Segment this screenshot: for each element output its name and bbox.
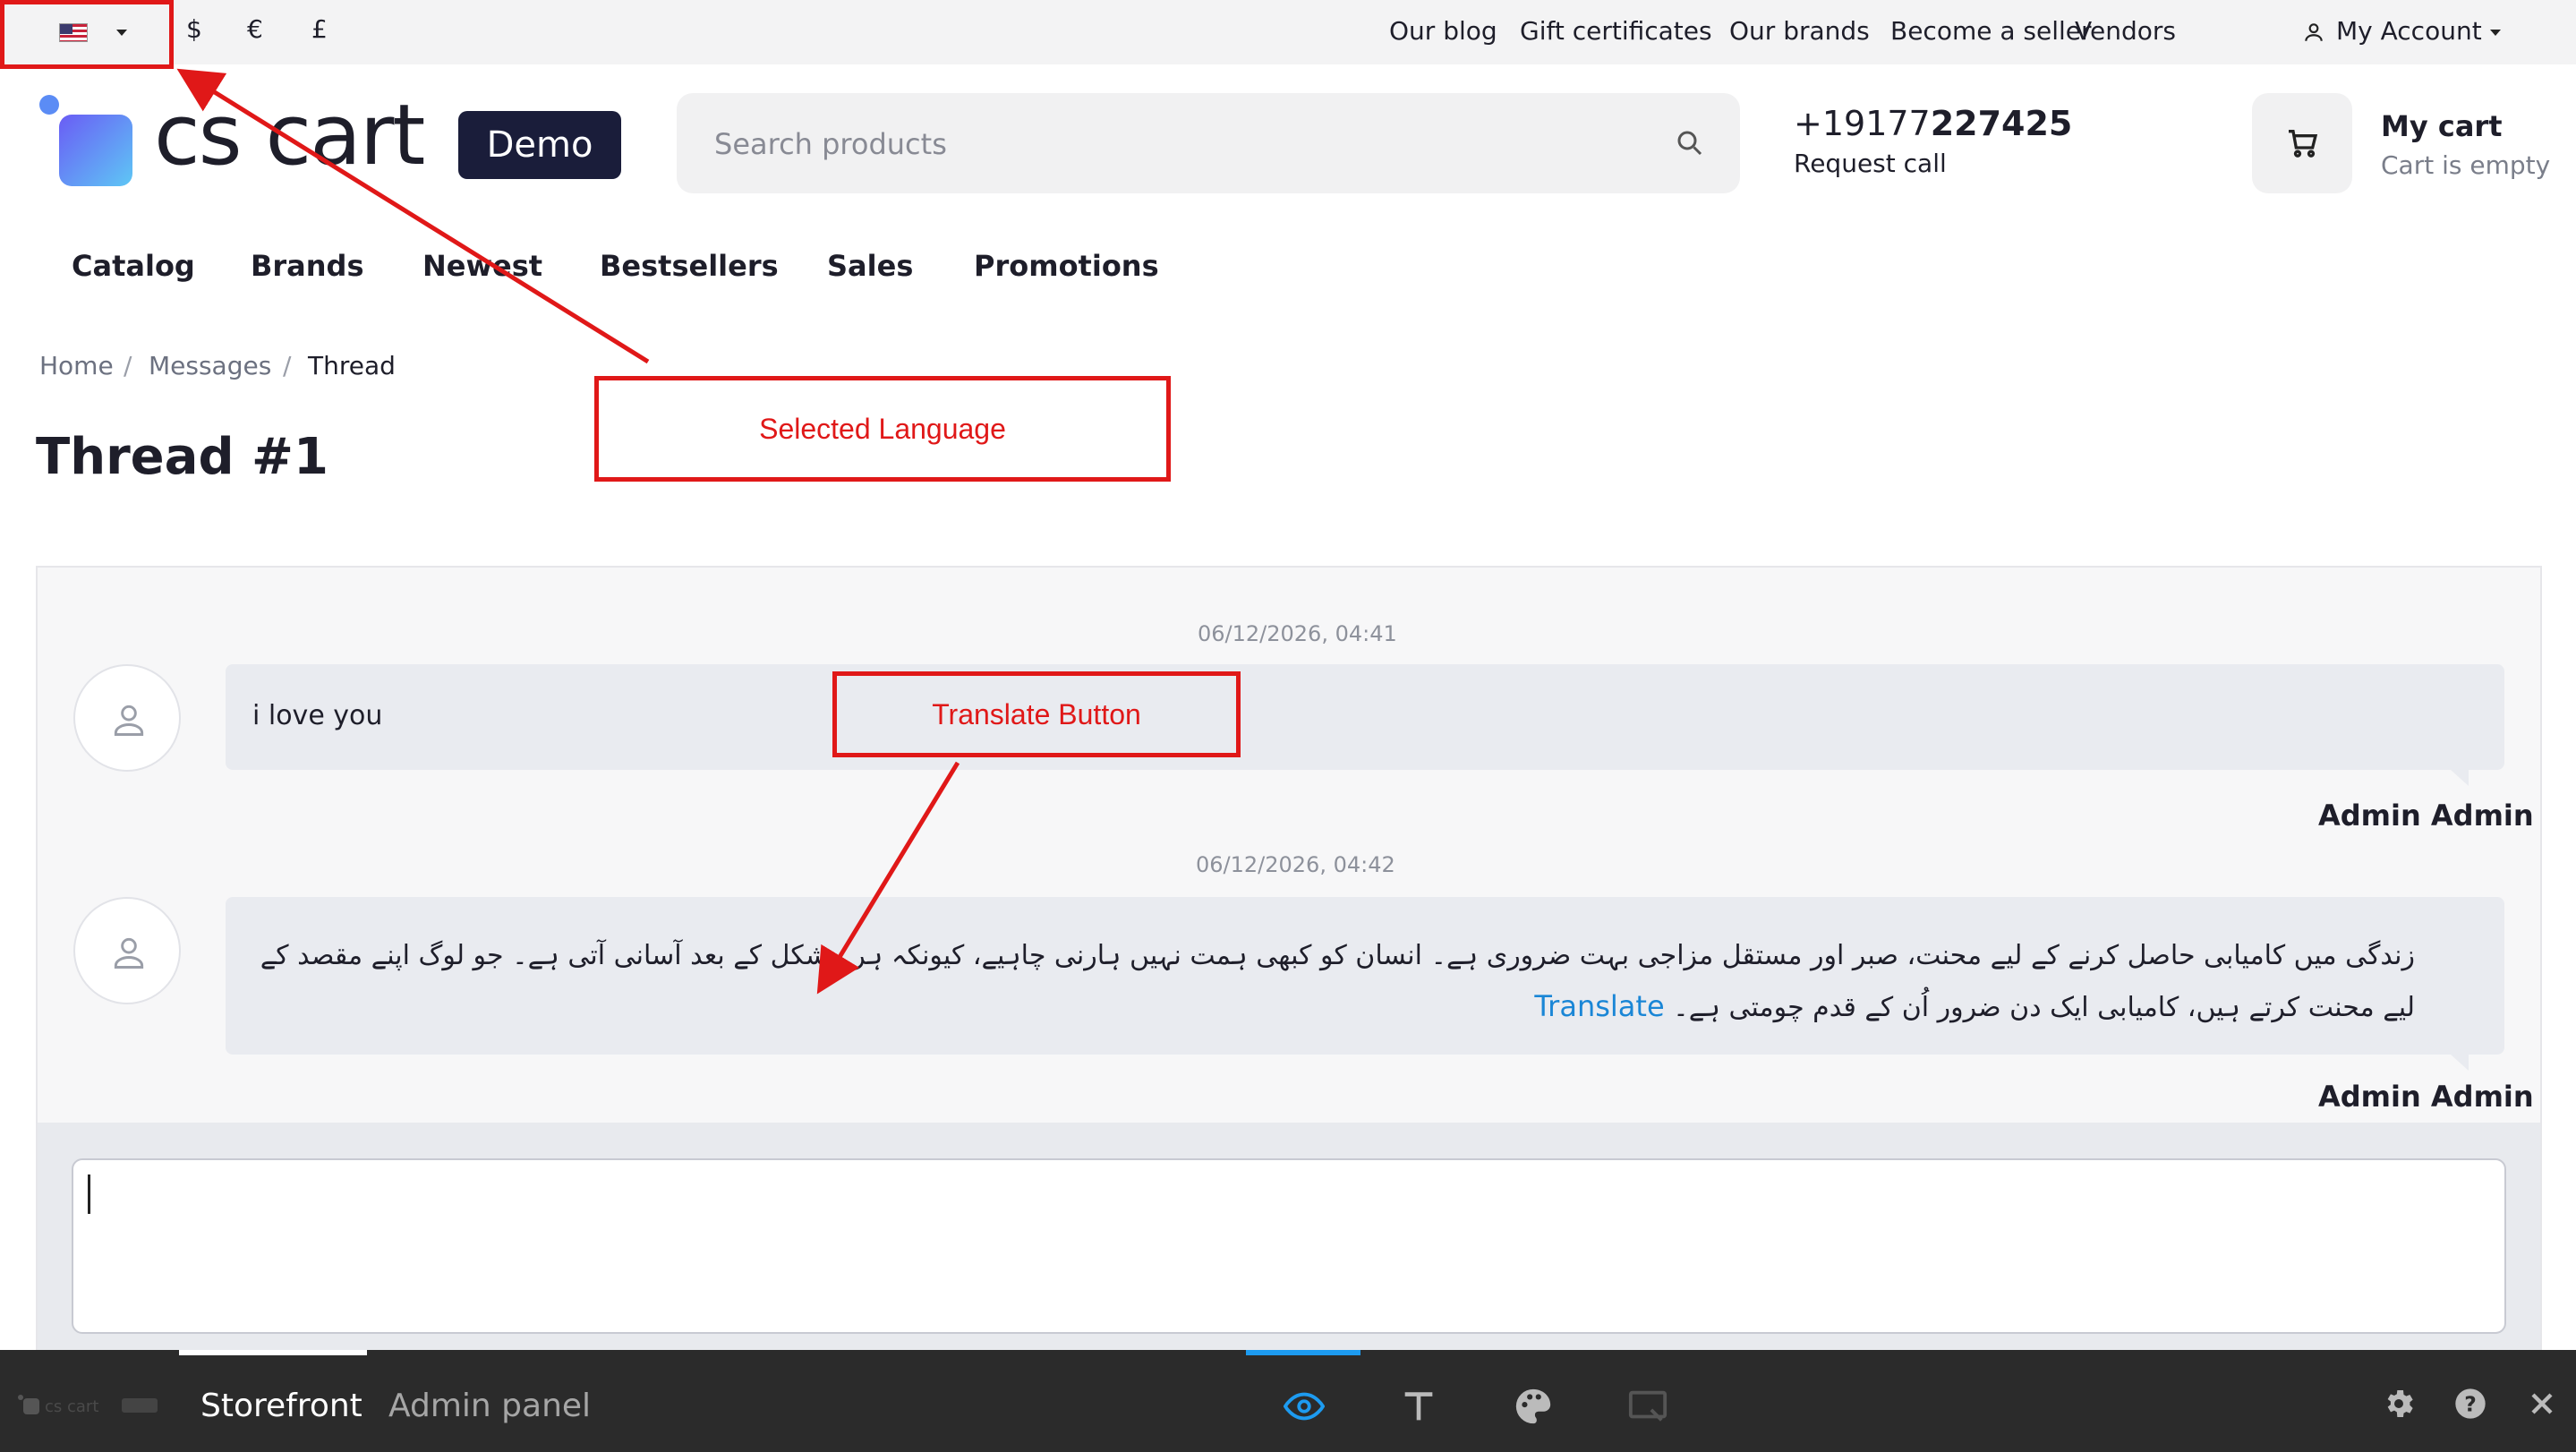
- active-tool-indicator: [1246, 1350, 1361, 1355]
- svg-text:?: ?: [2464, 1391, 2477, 1416]
- tab-admin-panel[interactable]: Admin panel: [388, 1388, 591, 1424]
- cs-cart-logo-icon: cs cart: [18, 1395, 158, 1416]
- active-tab-indicator: [179, 1350, 367, 1355]
- eye-icon[interactable]: [1284, 1386, 1325, 1427]
- annotation-arrow-translate: [816, 761, 960, 995]
- help-icon[interactable]: ?: [2452, 1386, 2488, 1422]
- gear-icon[interactable]: [2381, 1386, 2417, 1422]
- svg-text:cs cart: cs cart: [45, 1397, 98, 1416]
- screen-select-icon[interactable]: [1627, 1386, 1668, 1427]
- annotation-arrows: [176, 68, 960, 995]
- palette-icon[interactable]: [1513, 1386, 1554, 1427]
- text-icon[interactable]: [1398, 1386, 1439, 1427]
- annotation-selected-language: Selected Language: [594, 376, 1171, 482]
- close-icon[interactable]: [2524, 1386, 2560, 1422]
- bottom-toolbar: cs cart Storefront Admin panel ?: [0, 1350, 2576, 1452]
- annotation-arrow-language: [176, 68, 650, 364]
- tab-storefront[interactable]: Storefront: [200, 1388, 363, 1424]
- annotation-translate-button: Translate Button: [832, 671, 1241, 757]
